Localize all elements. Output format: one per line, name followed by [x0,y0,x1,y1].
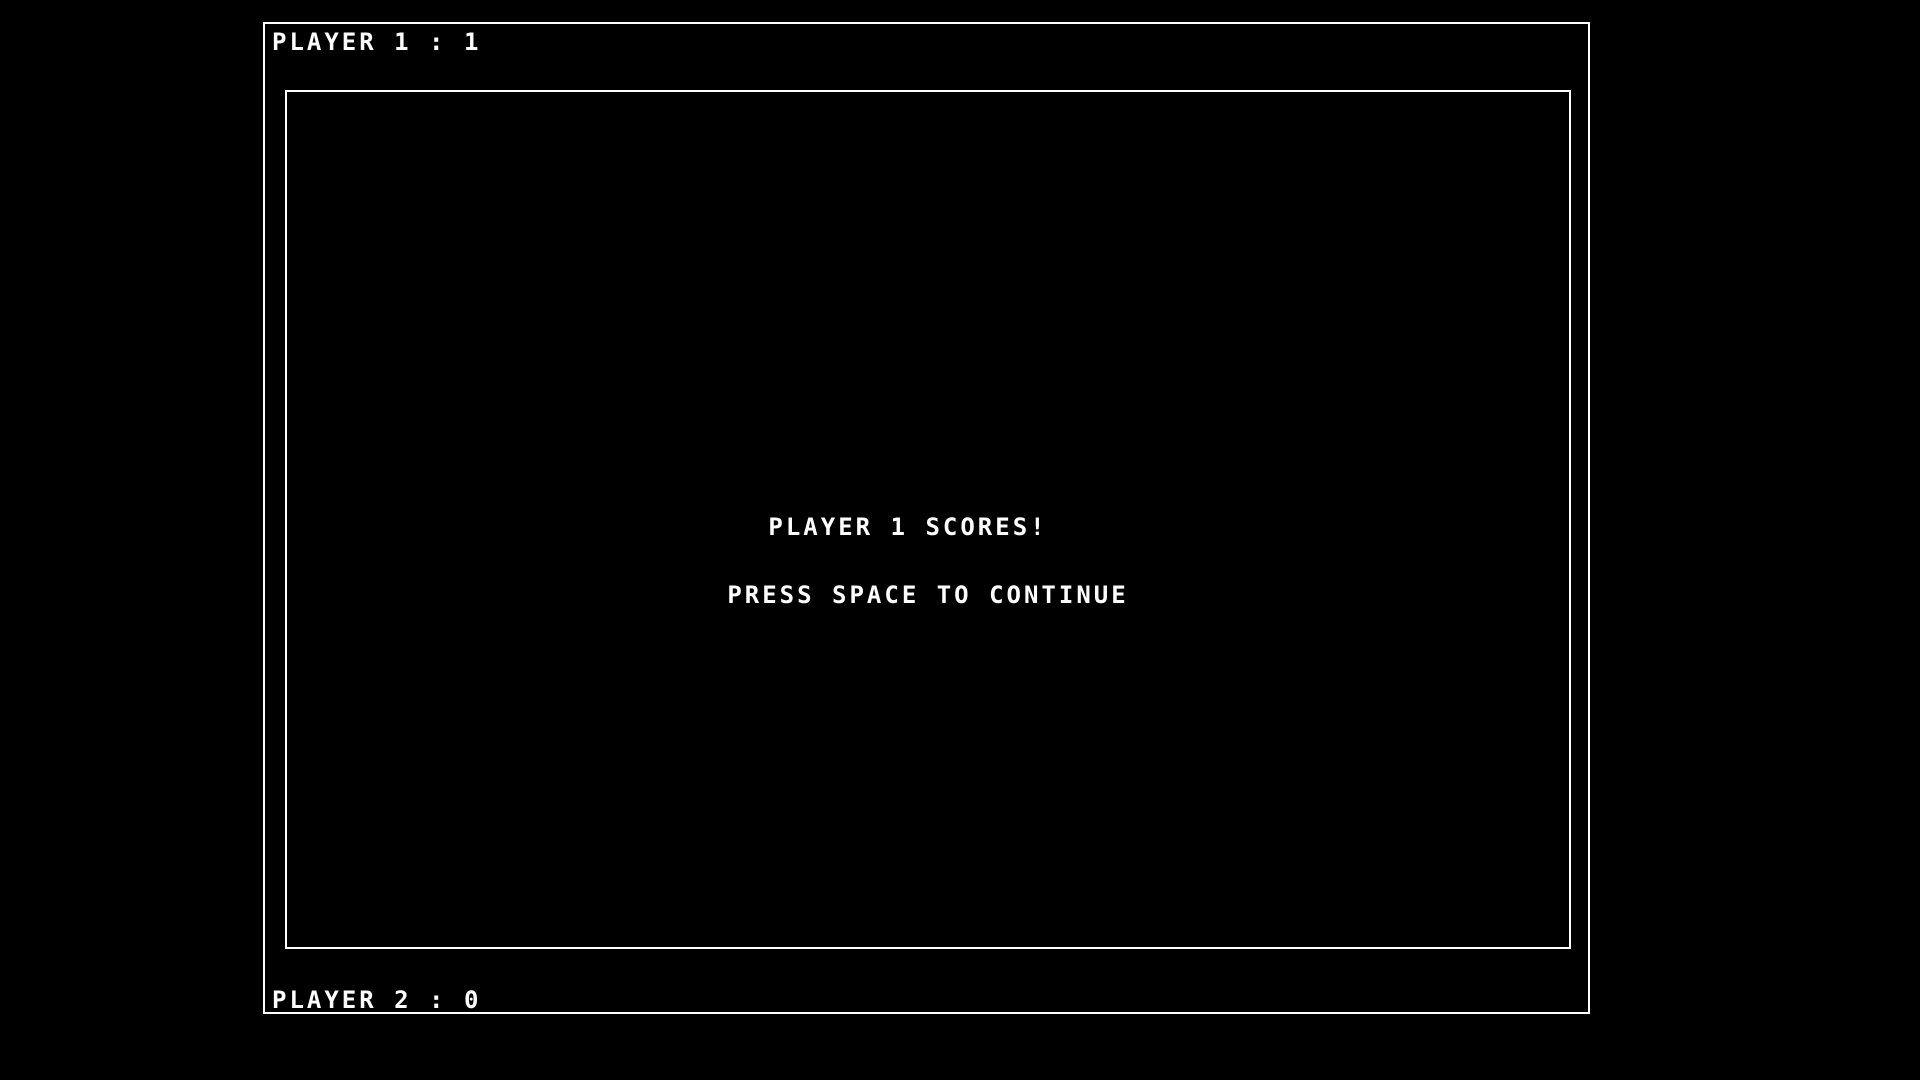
score-message: PLAYER 1 SCORES! [768,513,1048,541]
player2-score: PLAYER 2 : 0 [272,986,482,1014]
player1-score: PLAYER 1 : 1 [272,28,482,56]
continue-prompt: PRESS SPACE TO CONTINUE [727,581,1129,609]
